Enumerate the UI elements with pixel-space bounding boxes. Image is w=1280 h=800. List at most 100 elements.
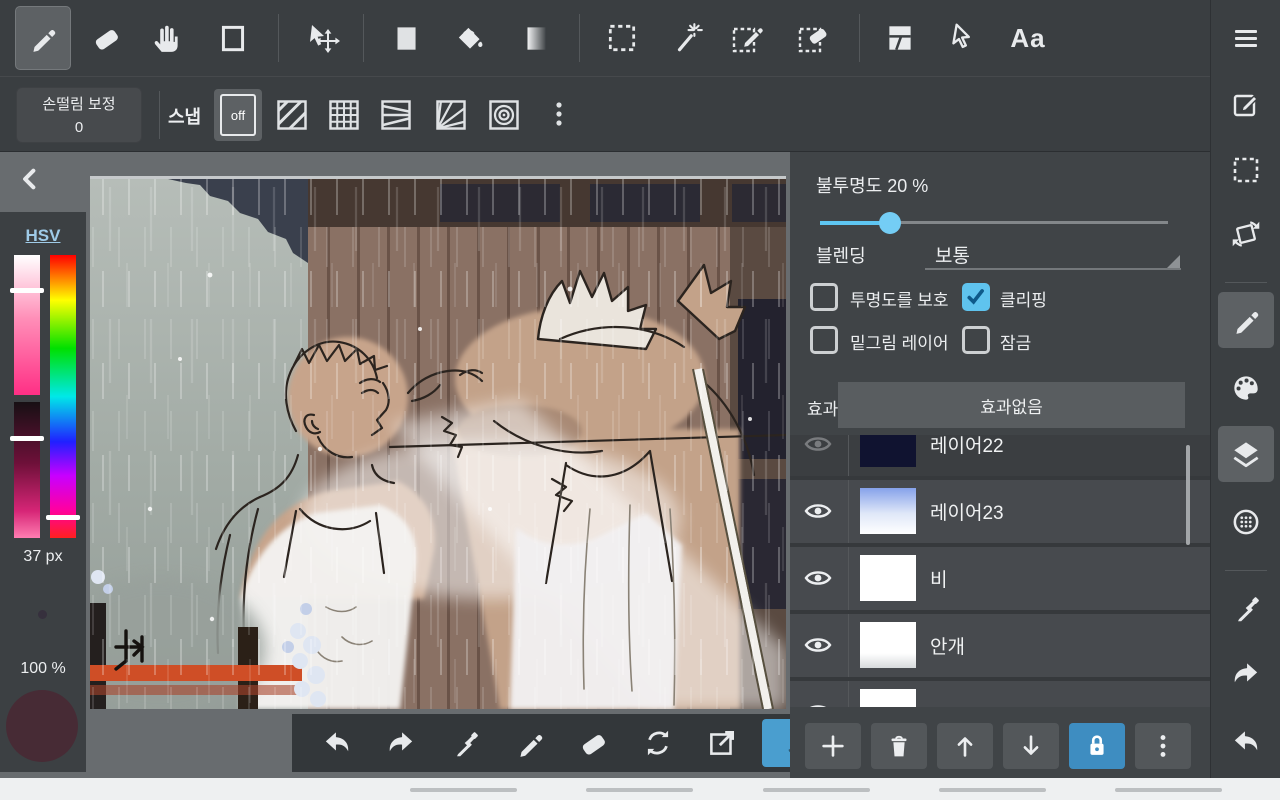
opacity-label: 불투명도 20 % [816, 172, 928, 198]
select-pen-icon [730, 20, 766, 56]
strip-handle[interactable] [410, 788, 517, 792]
strip-handle[interactable] [586, 788, 693, 792]
select-rect-tool-button[interactable] [594, 6, 650, 70]
effect-button[interactable]: 효과없음 [838, 382, 1185, 428]
new-edit-button[interactable] [1218, 76, 1274, 132]
snap-menu-button[interactable] [543, 99, 579, 135]
selection-rect-icon [1230, 154, 1262, 186]
open-in-new-button[interactable] [697, 721, 747, 765]
opacity-slider[interactable] [820, 212, 1168, 234]
visibility-eye-icon[interactable] [803, 435, 833, 456]
eraser-icon [90, 21, 124, 55]
layer-row[interactable] [790, 681, 1210, 707]
grid-snap-button[interactable] [326, 97, 362, 133]
eyedropper-sidebar-button[interactable] [1218, 580, 1274, 636]
stabilizer-value: 0 [17, 117, 141, 140]
trash-icon [884, 731, 914, 761]
pen-panel-button[interactable] [1218, 292, 1274, 348]
bucket-fill-tool-button[interactable] [442, 6, 498, 70]
layer-menu-button[interactable] [1135, 723, 1191, 769]
select-eraser-tool-button[interactable] [786, 6, 842, 70]
add-layer-button[interactable] [805, 723, 861, 769]
value-bar[interactable] [14, 402, 40, 538]
clipping-checkbox[interactable] [962, 283, 990, 311]
parallel-snap-button[interactable] [274, 97, 310, 133]
layer-row[interactable]: 안개 [790, 614, 1210, 681]
eraser-quick-button[interactable] [569, 721, 619, 765]
undo-sidebar-button[interactable] [1218, 714, 1274, 770]
hue-bar[interactable] [50, 255, 76, 538]
toolbar-divider [363, 14, 364, 62]
magic-wand-tool-button[interactable] [660, 6, 716, 70]
concentric-snap-button[interactable] [486, 97, 522, 133]
saturation-marker[interactable] [10, 288, 44, 293]
lock-layer-button[interactable] [1069, 723, 1125, 769]
undo-icon [320, 726, 354, 760]
hue-marker[interactable] [46, 515, 80, 520]
divide-panel-tool-button[interactable] [872, 6, 928, 70]
snap-off-button[interactable]: off [214, 89, 262, 141]
protect-alpha-checkbox[interactable] [810, 283, 838, 311]
layer-row[interactable]: 레이어23 [790, 480, 1210, 547]
lock-label: 잠금 [1000, 329, 1031, 354]
visibility-eye-icon[interactable] [803, 499, 833, 523]
frame-tool-button[interactable] [205, 6, 261, 70]
gradient-tool-button[interactable] [508, 6, 564, 70]
stabilizer-button[interactable]: 손떨림 보정 0 [16, 87, 142, 143]
grid-snap-icon [326, 97, 362, 133]
hand-tool-button[interactable] [139, 6, 195, 70]
select-button[interactable] [1218, 142, 1274, 198]
saturation-bar[interactable] [14, 255, 40, 395]
pen-quick-button[interactable] [505, 721, 555, 765]
cursor-tool-button[interactable] [935, 6, 991, 70]
rotate-reset-button[interactable] [633, 721, 683, 765]
lock-checkbox[interactable] [962, 326, 990, 354]
move-layer-down-button[interactable] [1003, 723, 1059, 769]
brush-size-value: 37 px [0, 548, 86, 566]
palette-button[interactable] [1218, 360, 1274, 416]
collapse-left-panel-button[interactable] [18, 166, 44, 192]
radial-snap-button[interactable] [433, 97, 469, 133]
paint-bucket-icon [453, 21, 487, 55]
layer-row[interactable]: 비 [790, 547, 1210, 614]
value-marker[interactable] [10, 436, 44, 441]
move-tool-button[interactable] [294, 6, 350, 70]
vanishing-snap-button[interactable] [378, 97, 414, 133]
eraser-tool-button[interactable] [79, 6, 135, 70]
current-color-swatch[interactable] [6, 690, 78, 762]
rotate-view-button[interactable] [1218, 206, 1274, 262]
redo-button[interactable] [376, 721, 426, 765]
draft-layer-checkbox[interactable] [810, 326, 838, 354]
undo-button[interactable] [312, 721, 362, 765]
blending-dropdown-arrow[interactable] [1167, 255, 1180, 268]
strip-handle[interactable] [763, 788, 870, 792]
kebab-menu-icon [543, 99, 575, 131]
color-model-toggle[interactable]: HSV [0, 226, 86, 246]
delete-layer-button[interactable] [871, 723, 927, 769]
material-button[interactable] [1218, 494, 1274, 550]
strip-handle[interactable] [939, 788, 1046, 792]
blending-value[interactable]: 보통 [935, 241, 970, 268]
visibility-eye-icon[interactable] [803, 633, 833, 657]
visibility-eye-icon[interactable] [803, 566, 833, 590]
blending-label: 블렌딩 [816, 242, 866, 268]
dotted-circle-icon [1229, 505, 1263, 539]
pen-tool-button[interactable] [15, 6, 71, 70]
redo-sidebar-button[interactable] [1218, 646, 1274, 702]
visibility-eye-icon[interactable] [803, 700, 833, 707]
shape-fill-tool-button[interactable] [378, 6, 434, 70]
drawing-canvas[interactable] [90, 176, 786, 709]
strip-handle[interactable] [1115, 788, 1222, 792]
eyedropper-button[interactable] [440, 721, 490, 765]
layers-scrollbar[interactable] [1186, 445, 1190, 545]
text-tool-button[interactable]: Aa [1000, 6, 1056, 70]
layers-panel-button[interactable] [1218, 426, 1274, 482]
opacity-slider-handle[interactable] [879, 212, 901, 234]
compose-icon [1230, 88, 1262, 120]
layer-row[interactable]: 레이어22 [790, 435, 1210, 480]
menu-button[interactable] [1218, 10, 1274, 66]
move-layer-up-button[interactable] [937, 723, 993, 769]
color-panel: HSV 37 px 100 % [0, 212, 86, 772]
select-pen-tool-button[interactable] [720, 6, 776, 70]
cursor-icon [946, 21, 980, 55]
